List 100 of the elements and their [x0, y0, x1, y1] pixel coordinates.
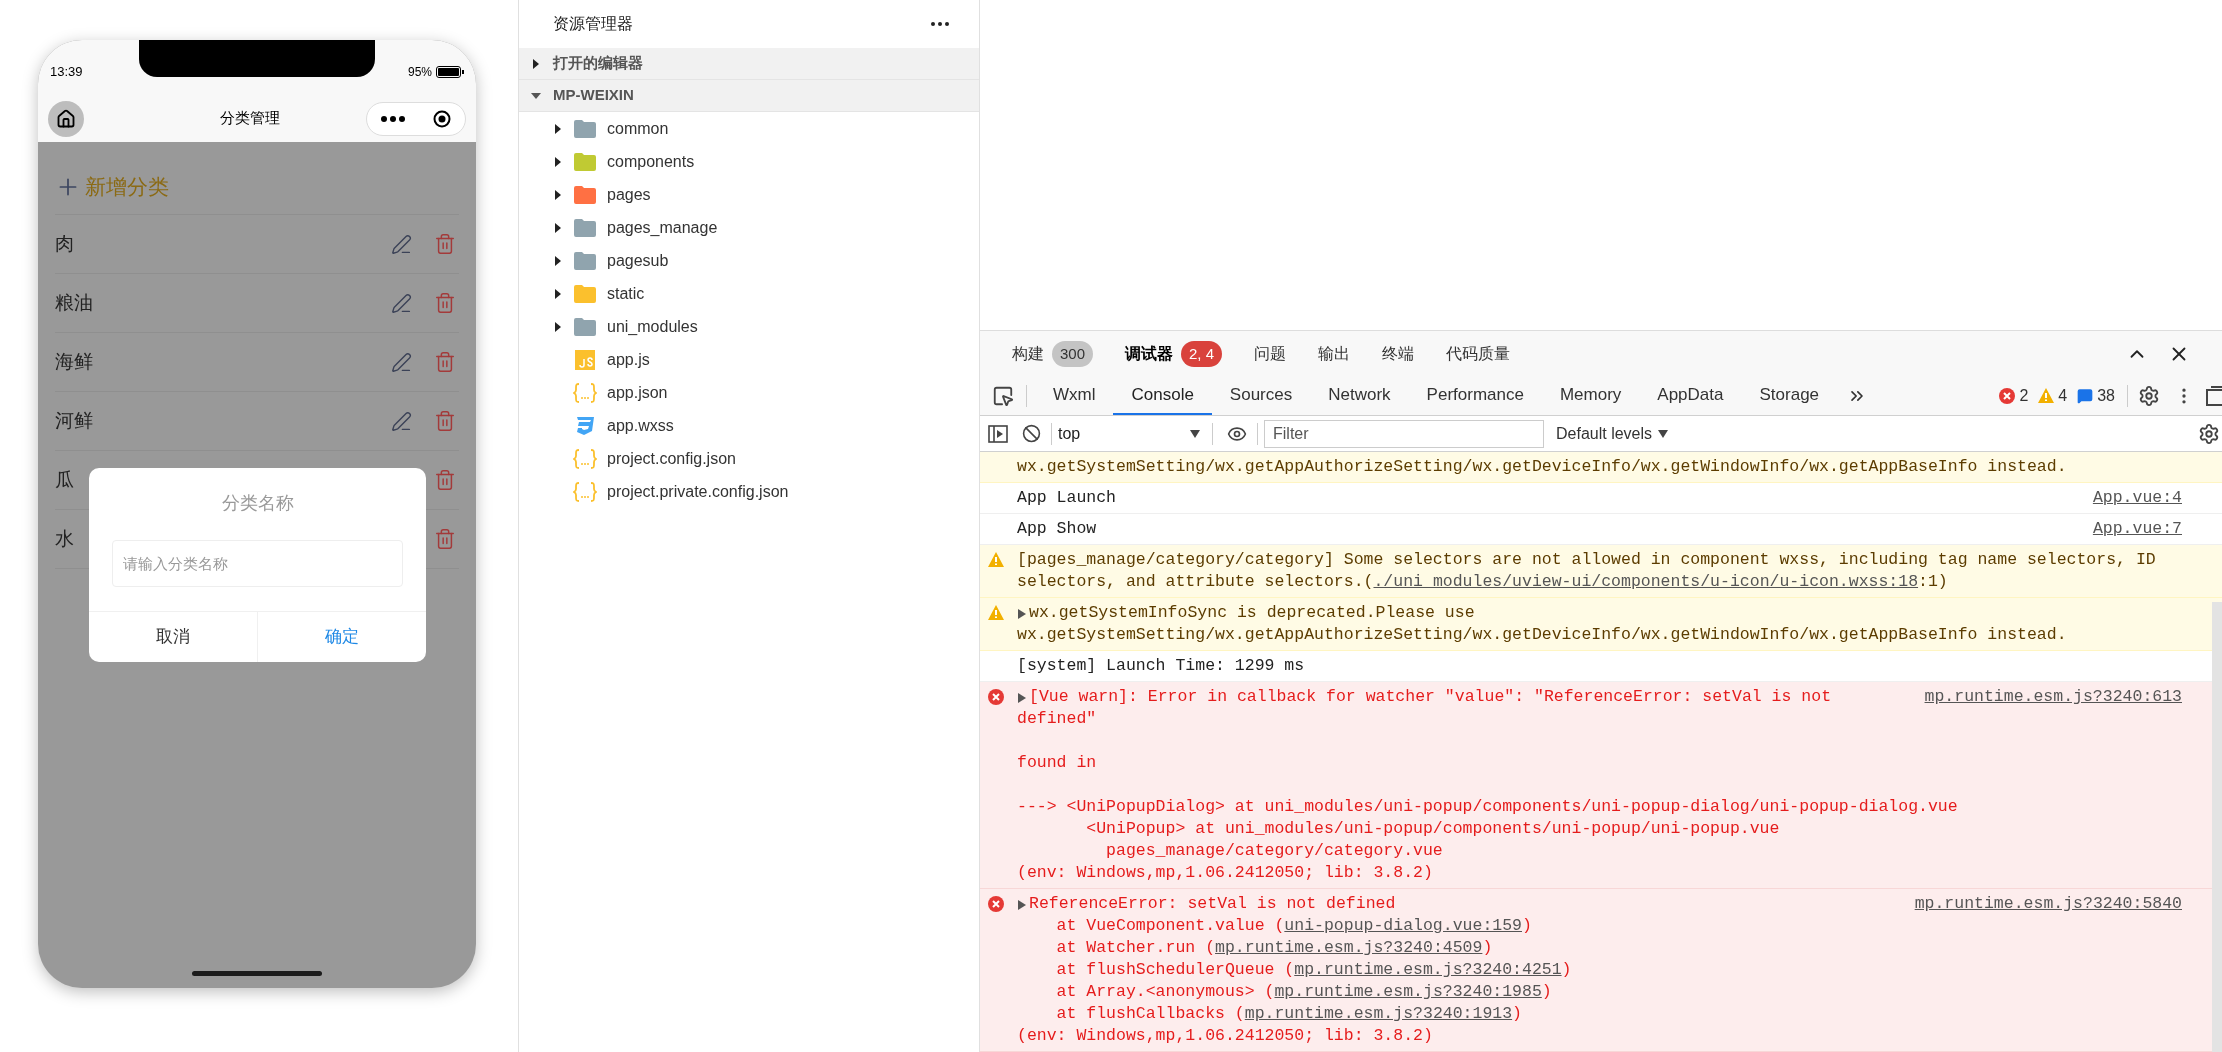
caret-icon[interactable] [553, 222, 563, 233]
file-tree-item[interactable]: static [519, 277, 979, 310]
panel-tab[interactable]: 构建 300 [1012, 340, 1094, 367]
caret-icon[interactable] [531, 58, 541, 69]
source-link[interactable]: App.vue:7 [2092, 518, 2182, 540]
sidebar-toggle-icon[interactable] [988, 424, 1008, 443]
battery-text: 95% [407, 64, 432, 81]
home-icon [56, 108, 76, 129]
dock-icon[interactable] [2206, 385, 2222, 406]
count-badge: 300 [1052, 340, 1094, 367]
panel-tab[interactable]: 代码质量 [1446, 341, 1511, 366]
home-button[interactable] [48, 100, 84, 137]
devtools-tab[interactable]: Performance [1408, 376, 1542, 415]
console-text: [pages_manage/category/category] Some selectors are not allowed in component wxss, including tag name selectors, ID [1017, 549, 2157, 571]
scrollbar-thumb[interactable] [2212, 602, 2222, 1052]
devtools-tab[interactable]: Sources [1211, 376, 1311, 415]
caret-icon[interactable] [553, 123, 563, 134]
source-link[interactable]: mp.runtime.esm.js?3240:1985 [1274, 982, 1542, 1001]
panel-tab[interactable]: 调试器 2, 4 [1125, 340, 1223, 367]
file-tree-item[interactable]: app.wxss [519, 409, 979, 442]
delete-icon [434, 351, 456, 373]
caret-icon[interactable] [553, 288, 563, 299]
console-text: at flushCallbacks (mp.runtime.esm.js?3240:1913) [1055, 1003, 1523, 1025]
file-tree-item[interactable]: pagesub [519, 244, 979, 277]
filter-input[interactable]: Filter [1264, 419, 1544, 448]
source-link[interactable]: mp.runtime.esm.js?3240:4251 [1294, 960, 1562, 979]
devtools-tab[interactable]: Network [1310, 376, 1409, 415]
category-row[interactable]: 海鲜 [55, 333, 459, 392]
file-tree-item[interactable]: common [519, 112, 979, 145]
source-link[interactable]: mp.runtime.esm.js?3240:5840 [1914, 893, 2182, 915]
caret-icon[interactable] [553, 156, 563, 167]
caret-icon[interactable] [553, 255, 563, 266]
file-tree-item[interactable]: app.js [519, 343, 979, 376]
file-tree-item[interactable]: components [519, 145, 979, 178]
error-icon [988, 689, 1004, 705]
category-name: 河鲜 [55, 408, 94, 433]
braces-icon [573, 382, 597, 403]
category-row[interactable]: 肉 [55, 215, 459, 274]
source-link[interactable]: mp.runtime.esm.js?3240:4509 [1215, 938, 1483, 957]
devtools-tab[interactable]: Wxml [1035, 376, 1114, 415]
console-text: (env: Windows,mp,1.06.2412050; lib: 3.8.2) [1017, 862, 1434, 884]
delete-icon [434, 469, 456, 491]
console-text: defined" [1017, 708, 1098, 730]
capsule-button[interactable] [366, 101, 466, 136]
levels-select[interactable]: Default levels [1556, 421, 1669, 446]
panel-tab[interactable]: 问题 [1254, 341, 1287, 366]
braces-icon [573, 481, 597, 502]
console-text: wx.getSystemSetting/wx.getAppAuthorizeSetting/wx.getDeviceInfo/wx.getWindowInfo/wx.getAppBaseInfo instead. [1017, 456, 2068, 478]
category-name: 肉 [55, 231, 75, 256]
caret-icon[interactable] [531, 90, 541, 101]
settings-icon[interactable] [2138, 384, 2160, 407]
console-text: at Array.<anonymous> (mp.runtime.esm.js?3240:1985) [1055, 981, 1553, 1003]
file-tree-item[interactable]: project.private.config.json [519, 475, 979, 508]
expand-triangle-icon[interactable] [1017, 692, 1027, 704]
css-file-icon [575, 415, 595, 436]
clear-console-icon[interactable] [1022, 424, 1041, 443]
file-tree-item[interactable]: pages [519, 178, 979, 211]
confirm-button[interactable]: 确定 [257, 612, 426, 662]
category-row[interactable]: 河鲜 [55, 392, 459, 451]
context-select[interactable]: top [1058, 421, 1208, 446]
js-file-icon [575, 349, 595, 370]
category-name: 海鲜 [55, 349, 94, 374]
console-text: [Vue warn]: Error in callback for watcher "value": "ReferenceError: setVal is not [1029, 686, 1833, 708]
name-input[interactable]: 请输入分类名称 [112, 540, 403, 587]
caret-icon[interactable] [553, 321, 563, 332]
source-link[interactable]: mp.runtime.esm.js?3240:1913 [1244, 1004, 1513, 1023]
section-header[interactable]: 打开的编辑器 [519, 48, 979, 80]
file-tree-item[interactable]: pages_manage [519, 211, 979, 244]
panel-tab[interactable]: 终端 [1382, 341, 1415, 366]
message-icon [2077, 387, 2094, 404]
caret-icon[interactable] [553, 189, 563, 200]
more-icon[interactable] [931, 22, 949, 26]
count-badge: 2, 4 [1181, 340, 1223, 367]
panel-title: 资源管理器 [553, 14, 633, 34]
delete-icon [434, 528, 456, 550]
devtools-tab[interactable]: Memory [1541, 376, 1640, 415]
dialog-title: 分类名称 [220, 492, 295, 515]
category-row[interactable]: 粮油 [55, 274, 459, 333]
file-tree-item[interactable]: uni_modules [519, 310, 979, 343]
inspect-icon[interactable] [992, 384, 1014, 407]
source-link[interactable]: mp.runtime.esm.js?3240:613 [1924, 686, 2182, 708]
panel-tab[interactable]: 输出 [1318, 341, 1351, 366]
console-text: at flushSchedulerQueue (mp.runtime.esm.js?3240:4251) [1055, 959, 1573, 981]
devtools-tab[interactable]: Storage [1741, 376, 1838, 415]
message-count: 38 [2097, 385, 2115, 406]
dropdown-icon [1658, 429, 1669, 438]
expand-triangle-icon[interactable] [1017, 608, 1027, 620]
source-link[interactable]: ./uni_modules/uview-ui/components/u-icon/u-icon.wxss:18 [1373, 572, 1919, 591]
expand-triangle-icon[interactable] [1017, 899, 1027, 911]
console-text: <UniPopup> at uni_modules/uni-popup/components/uni-popup/uni-popup.vue [1085, 818, 1781, 840]
console-text: (env: Windows,mp,1.06.2412050; lib: 3.8.2) [1017, 1025, 1434, 1047]
section-header[interactable]: MP-WEIXIN [519, 80, 979, 112]
file-tree-item[interactable]: project.config.json [519, 442, 979, 475]
source-link[interactable]: App.vue:4 [2092, 487, 2182, 509]
source-link[interactable]: uni-popup-dialog.vue:159 [1284, 916, 1522, 935]
delete-icon [434, 292, 456, 314]
cancel-button[interactable]: 取消 [89, 612, 257, 662]
devtools-tab[interactable]: AppData [1639, 376, 1742, 415]
file-tree-item[interactable]: app.json [519, 376, 979, 409]
settings-icon[interactable] [2198, 422, 2220, 445]
